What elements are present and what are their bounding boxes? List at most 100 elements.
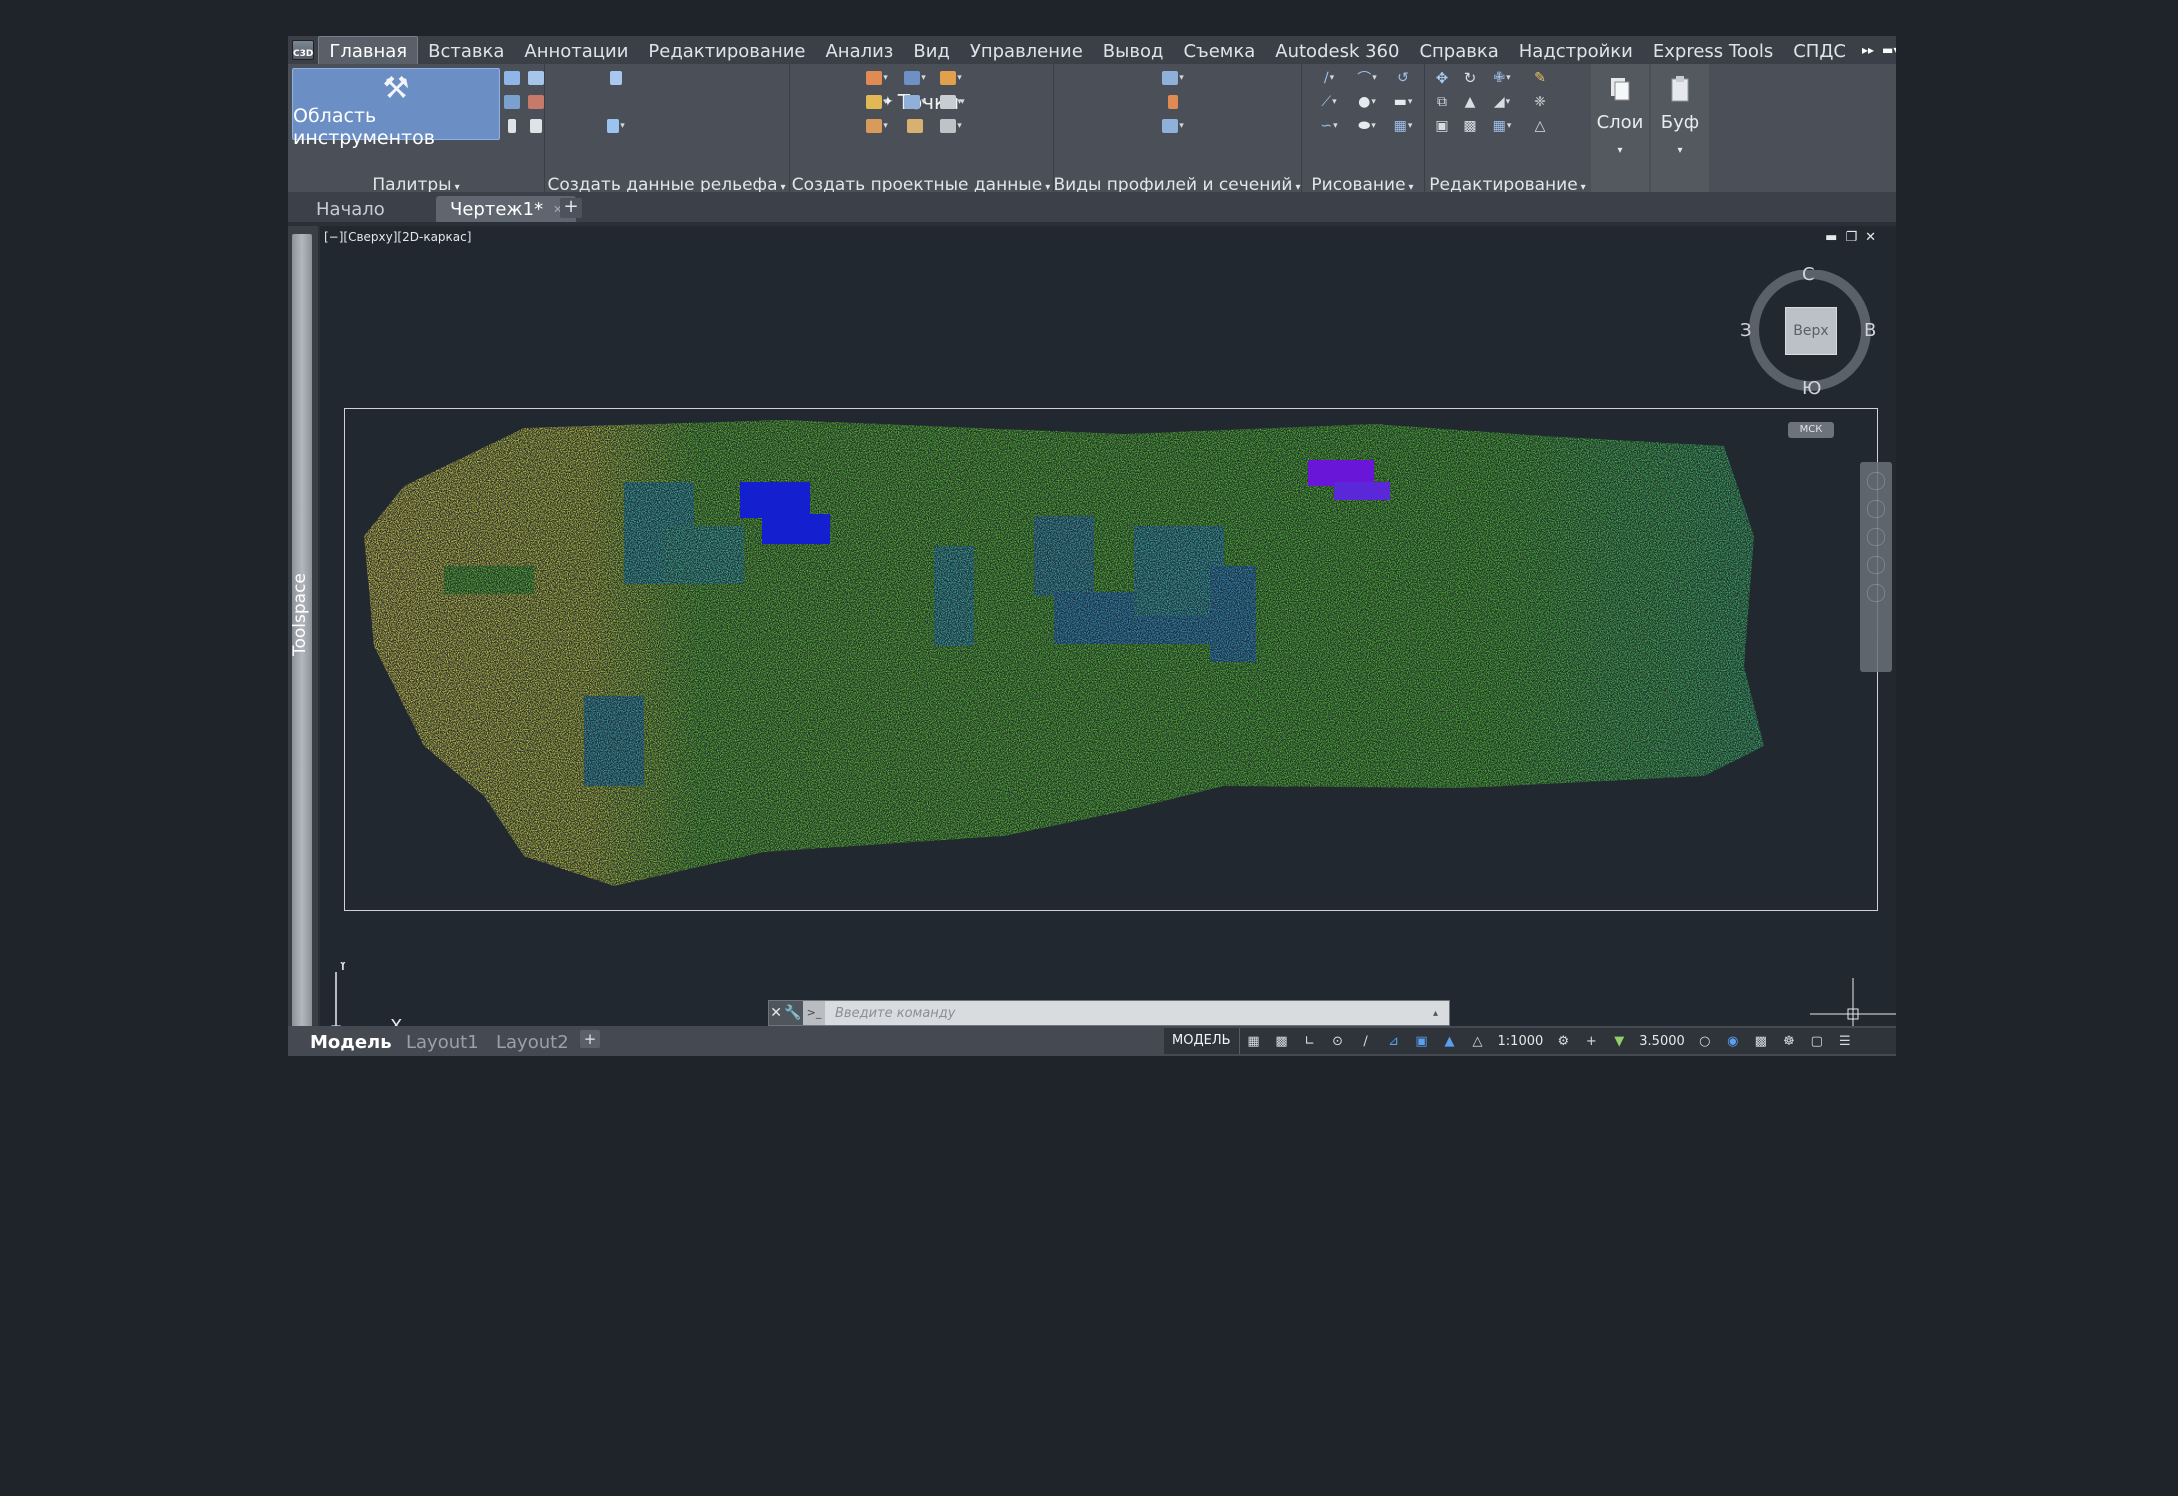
- tab-autodesk360[interactable]: Autodesk 360: [1265, 37, 1409, 64]
- close-icon[interactable]: ✕: [1865, 230, 1884, 245]
- xline-button[interactable]: ⟋ ▾: [1317, 92, 1341, 112]
- copy-button[interactable]: ⧉: [1430, 92, 1454, 112]
- showmotion-icon[interactable]: [1867, 584, 1885, 602]
- pipe-network-button[interactable]: ▾: [939, 92, 963, 112]
- rotate-button[interactable]: ↻: [1458, 68, 1482, 88]
- model-space-button[interactable]: МОДЕЛЬ: [1164, 1028, 1240, 1054]
- close-icon[interactable]: ✕: [770, 1005, 782, 1021]
- zoom-icon[interactable]: [1867, 528, 1885, 546]
- viewcube-south[interactable]: Ю: [1802, 378, 1821, 399]
- parcel-button[interactable]: ▾: [865, 68, 889, 88]
- layers-dropdown-icon[interactable]: ▾: [1617, 145, 1622, 156]
- annotation-visibility-icon[interactable]: ▲: [1441, 1034, 1459, 1049]
- circle-button[interactable]: ● ▾: [1355, 92, 1379, 112]
- profile-view-button[interactable]: ▾: [1161, 68, 1185, 88]
- erase-button[interactable]: ✎: [1528, 68, 1552, 88]
- tab-analyze[interactable]: Анализ: [815, 37, 903, 64]
- command-line-handle[interactable]: ✕ 🔧: [769, 1001, 803, 1025]
- tab-manage[interactable]: Управление: [960, 37, 1093, 64]
- add-layout-button[interactable]: +: [580, 1030, 600, 1048]
- restore-icon[interactable]: ❐: [1845, 230, 1865, 245]
- new-tab-button[interactable]: +: [560, 198, 582, 218]
- spline-button[interactable]: ∽ ▾: [1317, 116, 1341, 136]
- file-tab-drawing1[interactable]: Чертеж1* ✕: [436, 196, 577, 222]
- polyline-button[interactable]: ↺: [1391, 68, 1415, 88]
- osnap-icon[interactable]: ⊿: [1385, 1034, 1403, 1049]
- arc-button[interactable]: ⌒ ▾: [1355, 68, 1379, 88]
- scale-button[interactable]: ▩: [1458, 116, 1482, 136]
- viewcube-west[interactable]: З: [1740, 320, 1752, 341]
- tab-spds[interactable]: СПДС: [1783, 37, 1856, 64]
- surfaces-button[interactable]: ▾: [604, 116, 628, 136]
- sheet-set-button[interactable]: [500, 116, 524, 136]
- intersections-button[interactable]: ▾: [939, 116, 963, 136]
- panel-title-profile-views[interactable]: Виды профилей и сечений ▾: [1053, 174, 1301, 192]
- minimize-icon[interactable]: ▬: [1825, 230, 1845, 245]
- clipboard-dropdown-icon[interactable]: ▾: [1677, 145, 1682, 156]
- viewcube-north[interactable]: С: [1802, 264, 1815, 285]
- annotation-scale[interactable]: 1:1000: [1498, 1034, 1544, 1049]
- feature-line-button[interactable]: ▾: [903, 68, 927, 88]
- fillet-button[interactable]: ◢ ▾: [1490, 92, 1514, 112]
- toolspace-palette[interactable]: Toolspace: [288, 226, 318, 1056]
- tab-home[interactable]: Главная: [318, 36, 419, 64]
- array-button[interactable]: ▦ ▾: [1490, 116, 1514, 136]
- rectangle-button[interactable]: ▬ ▾: [1391, 92, 1415, 112]
- sample-lines-button[interactable]: [1161, 92, 1185, 112]
- navwheel-icon[interactable]: ☸: [1780, 1034, 1798, 1049]
- properties-button[interactable]: [500, 68, 524, 88]
- navigation-bar[interactable]: [1860, 462, 1892, 672]
- tab-express-tools[interactable]: Express Tools: [1643, 37, 1783, 64]
- command-history-icon[interactable]: ▴: [1433, 1008, 1449, 1019]
- annotation-autoscale-icon[interactable]: △: [1469, 1034, 1487, 1049]
- tab-addins[interactable]: Надстройки: [1509, 37, 1643, 64]
- command-input[interactable]: Введите команду: [825, 1006, 1433, 1021]
- otrack-icon[interactable]: ▣: [1413, 1034, 1431, 1049]
- settings-gear-icon[interactable]: ⚙: [1554, 1034, 1572, 1049]
- tab-insert[interactable]: Вставка: [418, 37, 514, 64]
- import-survey-button[interactable]: [604, 68, 628, 88]
- grid-icon[interactable]: ▦: [1245, 1034, 1263, 1049]
- panel-title-modify[interactable]: Редактирование ▾: [1424, 174, 1591, 192]
- assembly-button[interactable]: [903, 116, 927, 136]
- ellipse-button[interactable]: ⬬ ▾: [1355, 116, 1379, 136]
- viewport-controls-label[interactable]: [−][Сверху][2D-каркас]: [324, 230, 471, 244]
- ribbon-minimize-icon[interactable]: ▬▾: [1882, 43, 1896, 57]
- clean-screen-icon[interactable]: ▩: [1752, 1034, 1770, 1049]
- wcs-badge[interactable]: МСК: [1788, 422, 1834, 438]
- command-prompt-icon[interactable]: >_: [803, 1001, 825, 1025]
- profile-button[interactable]: ▾: [903, 92, 927, 112]
- drawing-canvas[interactable]: [−][Сверху][2D-каркас] ▬❐✕ С Ю З В Верх: [320, 226, 1896, 1050]
- stretch-button[interactable]: ▣: [1430, 116, 1454, 136]
- wrench-icon[interactable]: 🔧: [784, 1005, 801, 1021]
- mirror-button[interactable]: ▲: [1458, 92, 1482, 112]
- fullscreen-icon[interactable]: ▢: [1808, 1034, 1826, 1049]
- isolate-objects-icon[interactable]: ○: [1696, 1034, 1714, 1049]
- tab-view[interactable]: Вид: [903, 37, 960, 64]
- layout-tab-layout2[interactable]: Layout2: [496, 1032, 569, 1053]
- file-tab-start[interactable]: Начало: [302, 196, 399, 222]
- tab-help[interactable]: Справка: [1409, 37, 1508, 64]
- tab-annotate[interactable]: Аннотации: [514, 37, 638, 64]
- hatch-button[interactable]: ▦ ▾: [1391, 116, 1415, 136]
- offset-button[interactable]: △: [1528, 116, 1552, 136]
- line-button[interactable]: ∕ ▾: [1317, 68, 1341, 88]
- customize-menu-icon[interactable]: ☰: [1836, 1034, 1854, 1049]
- snap-icon[interactable]: ▩: [1273, 1034, 1291, 1049]
- pan-icon[interactable]: [1867, 500, 1885, 518]
- elevation-value[interactable]: 3.5000: [1639, 1034, 1685, 1049]
- tab-modify[interactable]: Редактирование: [638, 37, 815, 64]
- plus-icon[interactable]: +: [1582, 1034, 1600, 1049]
- move-button[interactable]: ✥: [1430, 68, 1454, 88]
- layout-tab-layout1[interactable]: Layout1: [406, 1032, 479, 1053]
- panel-title-draw[interactable]: Рисование ▾: [1301, 174, 1424, 192]
- viewcube-east[interactable]: В: [1864, 320, 1876, 341]
- trim-button[interactable]: ✙ ▾: [1490, 68, 1514, 88]
- explode-button[interactable]: ❈: [1528, 92, 1552, 112]
- isodraft-icon[interactable]: ∕: [1357, 1034, 1375, 1049]
- tab-output[interactable]: Вывод: [1093, 37, 1174, 64]
- grading-button[interactable]: ▾: [939, 68, 963, 88]
- panel-title-ground-data[interactable]: Создать данные рельефа ▾: [544, 174, 789, 192]
- layers-button[interactable]: Слои ▾: [1591, 64, 1649, 192]
- application-menu-button[interactable]: C3D: [292, 40, 315, 60]
